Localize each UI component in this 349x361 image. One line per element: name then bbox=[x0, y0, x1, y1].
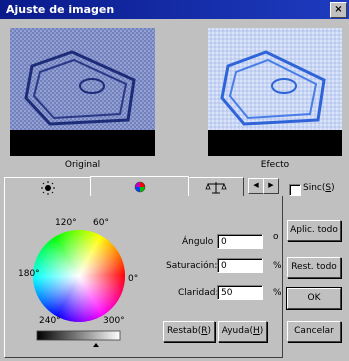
brightness-label: Claridad: bbox=[178, 288, 219, 298]
sync-checkbox[interactable] bbox=[289, 184, 301, 196]
sync-label[interactable]: Sinc(S) bbox=[303, 183, 335, 193]
brightness-input[interactable]: 50 bbox=[217, 285, 263, 300]
help-button-label-post: ) bbox=[259, 326, 264, 336]
wheel-label-0: 0° bbox=[128, 274, 139, 284]
saturation-unit: % bbox=[273, 261, 282, 271]
apply-all-button[interactable]: Aplic. todo bbox=[287, 220, 341, 241]
cancel-button[interactable]: Cancelar bbox=[287, 321, 341, 342]
close-button[interactable]: × bbox=[330, 2, 347, 18]
tab-scroll-left-button[interactable]: ◀ bbox=[248, 178, 264, 194]
reset-button-label-post: ) bbox=[207, 326, 212, 336]
sync-label-post: ) bbox=[331, 183, 335, 193]
color-wheel-icon bbox=[134, 181, 146, 193]
gray-slider-marker bbox=[93, 343, 99, 347]
effect-caption: Efecto bbox=[260, 160, 290, 170]
brightness-unit: % bbox=[273, 288, 282, 298]
angle-input[interactable]: 0 bbox=[217, 234, 263, 249]
tab-brightness[interactable] bbox=[4, 177, 92, 197]
tab-scroll-right-button[interactable]: ▶ bbox=[263, 178, 279, 194]
balance-icon bbox=[205, 182, 227, 194]
angle-label: Ángulo bbox=[182, 237, 214, 247]
wheel-label-120: 120° bbox=[55, 218, 77, 228]
original-caption: Original bbox=[64, 160, 101, 170]
window-title: Ajuste de imagen bbox=[6, 3, 115, 16]
sync-label-pre: Sinc( bbox=[303, 183, 326, 193]
color-panel: 120° 60° 180° 0° 240° 300° Ángulo 0 o Sa… bbox=[4, 196, 283, 358]
ok-button[interactable]: OK bbox=[286, 287, 342, 310]
reset-button[interactable]: Restab(R) bbox=[163, 321, 215, 342]
tab-color[interactable] bbox=[90, 176, 190, 198]
help-button-key: H bbox=[253, 326, 260, 336]
help-button-label-pre: Ayuda( bbox=[221, 326, 254, 336]
reset-button-label-pre: Restab( bbox=[166, 326, 202, 336]
help-button[interactable]: Ayuda(H) bbox=[218, 321, 267, 342]
wheel-label-300: 300° bbox=[103, 316, 125, 326]
effect-preview bbox=[208, 28, 342, 156]
saturation-input[interactable]: 0 bbox=[217, 258, 263, 273]
effect-image bbox=[208, 28, 342, 156]
wheel-label-240: 240° bbox=[39, 316, 61, 326]
original-image bbox=[10, 28, 155, 156]
title-bar: Ajuste de imagen × bbox=[0, 0, 349, 19]
reset-all-button[interactable]: Rest. todo bbox=[287, 257, 341, 278]
angle-unit: o bbox=[273, 232, 279, 242]
brightness-icon bbox=[41, 181, 55, 195]
tab-balance[interactable] bbox=[188, 177, 244, 197]
saturation-label: Saturación: bbox=[166, 261, 218, 271]
wheel-label-60: 60° bbox=[93, 218, 109, 228]
original-preview bbox=[10, 28, 155, 156]
wheel-label-180: 180° bbox=[18, 269, 40, 279]
